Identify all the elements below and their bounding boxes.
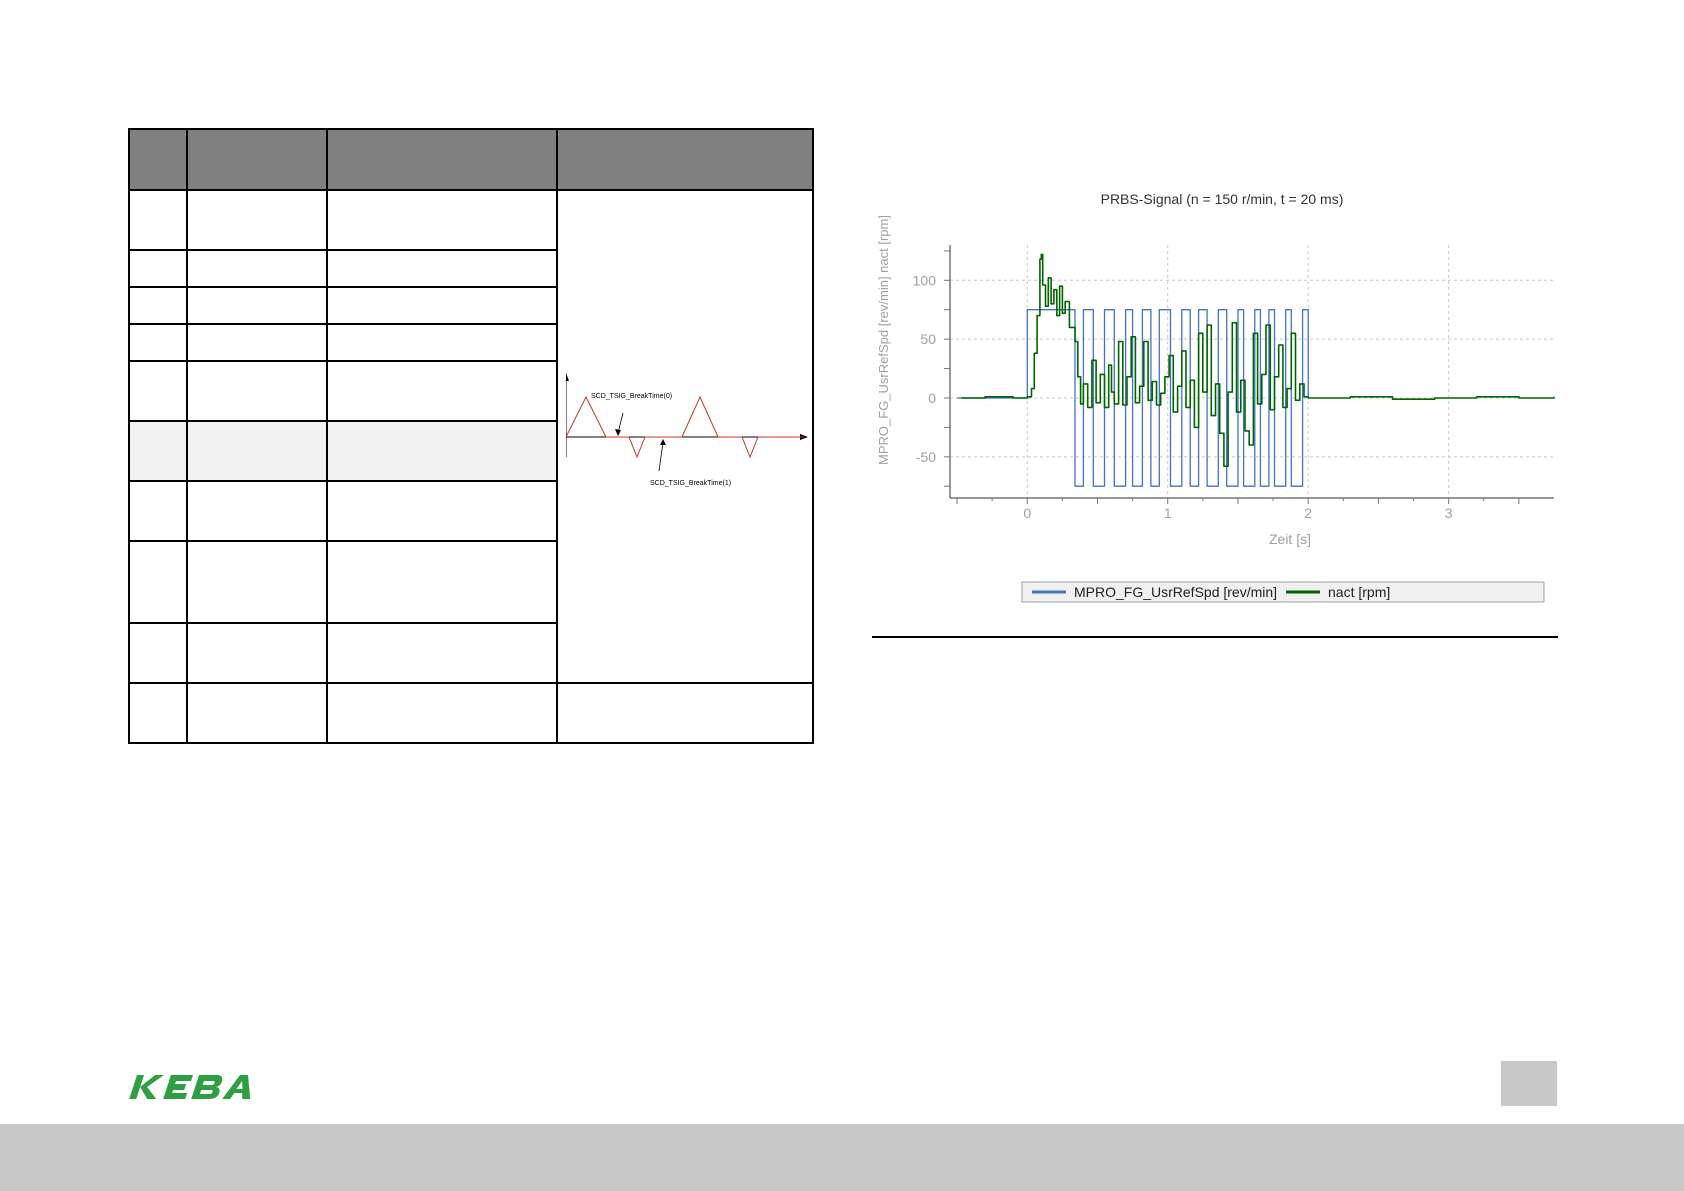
- table-cell: [128, 480, 188, 542]
- table-cell: [326, 540, 558, 624]
- table-cell: [186, 480, 328, 542]
- table-cell: [186, 540, 328, 624]
- table-row: [128, 682, 814, 744]
- y-tick-label: 100: [913, 272, 937, 288]
- table-cell: [186, 249, 328, 288]
- legend-label-0: MPRO_FG_UsrRefSpd [rev/min]: [1074, 584, 1277, 600]
- table-header-cell: [556, 128, 814, 191]
- diagram-cell: SCD_TSIG_BreakTime(0) SCD_TSIG_BreakTime…: [556, 189, 814, 684]
- keba-logo: [129, 1075, 251, 1099]
- prbs-chart: PRBS-Signal (n = 150 r/min, t = 20 ms) 0…: [876, 191, 1555, 603]
- y-tick-label: -50: [916, 449, 936, 465]
- table-header-row: [128, 128, 814, 191]
- table-cell: [326, 420, 558, 482]
- table-cell: [128, 420, 188, 482]
- table-cell: [186, 323, 328, 362]
- parameter-table: SCD_TSIG_BreakTime(0) SCD_TSIG_BreakTime…: [128, 128, 814, 744]
- table-cell: [326, 189, 558, 251]
- break-time-0-label: SCD_TSIG_BreakTime(0): [591, 393, 672, 400]
- table-cell: [128, 189, 188, 251]
- table-cell: [186, 286, 328, 325]
- table-cell: [186, 360, 328, 422]
- table-cell: [326, 249, 558, 288]
- y-tick-label: 0: [928, 390, 936, 406]
- table-cell: [128, 682, 188, 744]
- footer-bar: [0, 1124, 1684, 1191]
- table-cell: [186, 420, 328, 482]
- table-header-cell: [128, 128, 188, 191]
- y-tick-label: 50: [920, 331, 936, 347]
- diagram-y-arrow-icon: [566, 373, 569, 381]
- table-cell: [128, 540, 188, 624]
- x-tick-label: 1: [1164, 505, 1172, 521]
- chart-divider: [872, 636, 1558, 638]
- x-tick-label: 0: [1023, 505, 1031, 521]
- table-header-cell: [326, 128, 558, 191]
- table-cell: [128, 286, 188, 325]
- x-tick-label: 3: [1445, 505, 1453, 521]
- break-time-1-label: SCD_TSIG_BreakTime(1): [650, 480, 731, 487]
- diagram-waveform: [566, 395, 804, 459]
- table-cell: [186, 189, 328, 251]
- table-cell: [186, 682, 328, 744]
- page-number-box: [1501, 1061, 1557, 1106]
- break-time-0-arrow-icon: [615, 429, 621, 436]
- table-cell: [128, 249, 188, 288]
- table-cell: [326, 286, 558, 325]
- table-cell: [128, 622, 188, 684]
- table-cell: [326, 682, 558, 744]
- chart-legend: MPRO_FG_UsrRefSpd [rev/min] nact [rpm]: [1021, 581, 1545, 603]
- table-row: SCD_TSIG_BreakTime(0) SCD_TSIG_BreakTime…: [128, 189, 814, 684]
- table-cell: [186, 622, 328, 684]
- break-time-1-arrow-icon: [660, 439, 666, 445]
- chart-title: PRBS-Signal (n = 150 r/min, t = 20 ms): [1101, 191, 1344, 207]
- table-cell: [326, 622, 558, 684]
- legend-label-1: nact [rpm]: [1328, 584, 1390, 600]
- table-cell: [128, 360, 188, 422]
- x-axis-label: Zeit [s]: [1269, 531, 1311, 547]
- table-cell: [326, 323, 558, 362]
- break-time-1-pointer: [658, 441, 664, 472]
- break-time-diagram: SCD_TSIG_BreakTime(0) SCD_TSIG_BreakTime…: [566, 373, 808, 487]
- x-tick-label: 2: [1304, 505, 1312, 521]
- table-header-cell: [186, 128, 328, 191]
- table-cell: [326, 360, 558, 422]
- table-cell: [556, 682, 814, 744]
- table-cell: [128, 323, 188, 362]
- y-axis-label: MPRO_FG_UsrRefSpd [rev/min] nact [rpm]: [876, 215, 891, 465]
- table-cell: [326, 480, 558, 542]
